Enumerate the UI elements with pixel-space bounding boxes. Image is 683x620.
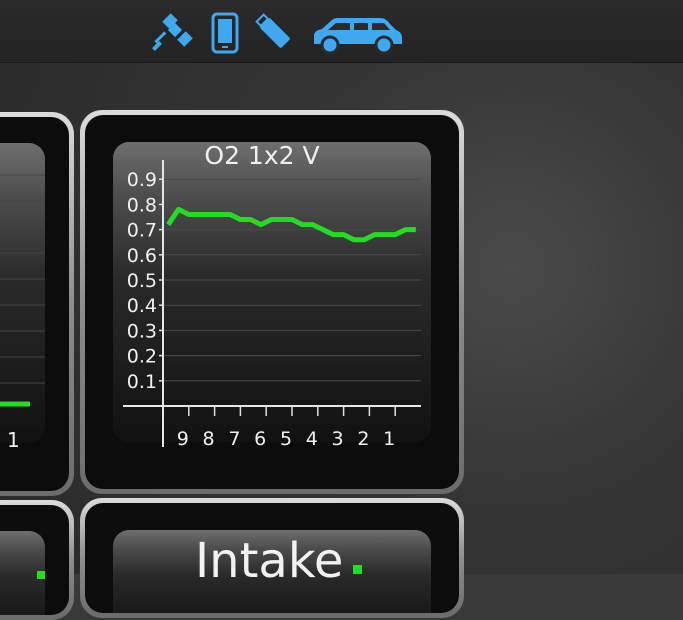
left-gauge-tile-inner: 1 [0,117,69,491]
x-tick-label: 7 [228,428,240,450]
intake-tile[interactable]: Intake [80,498,464,618]
left-gauge-tile[interactable]: 1 [0,112,74,496]
y-tick-label: 0.1 [127,371,157,393]
x-tick-label: 1 [383,428,395,450]
x-tick-label: 4 [306,428,318,450]
x-tick-label: 6 [254,428,266,450]
o2-sensor-tile-inner: O2 1x2 V 0.1 0.2 0.3 0.4 0.5 0.6 0.7 0.8 0.9 9 8 7 6… [85,115,459,489]
o2-chart: 0.1 0.2 0.3 0.4 0.5 0.6 0.7 0.8 0.9 9 8 7 6 5 4 3 2 1 [123,160,421,450]
x-tick-label: 5 [280,428,292,450]
y-tick-label: 0.2 [127,346,157,368]
y-tick-label: 0.8 [127,194,157,216]
intake-label: Intake [195,533,344,589]
bottom-left-tile[interactable] [0,500,74,620]
car-icon[interactable] [310,16,404,56]
intake-indicator [353,565,362,574]
x-tick-label: 3 [332,428,344,450]
y-tick-label: 0.3 [127,320,157,342]
x-tick-label: 9 [177,428,189,450]
o2-series-line [166,206,416,243]
usb-stick-icon[interactable] [254,12,296,54]
left-gauge-tick-label: 1 [7,428,20,452]
satellite-icon[interactable] [150,12,196,54]
bottom-left-tile-inner [0,505,69,615]
y-tick-label: 0.6 [127,245,157,267]
status-bar [0,0,683,63]
x-tick-label: 2 [357,428,369,450]
x-tick-label: 8 [203,428,215,450]
left-gauge-chart: 1 [0,174,45,452]
intake-tile-inner: Intake [85,503,459,613]
bottom-left-indicator [37,571,45,579]
y-tick-label: 0.5 [127,270,157,292]
y-tick-label: 0.4 [127,295,157,317]
y-tick-label: 0.7 [127,220,157,242]
o2-sensor-tile[interactable]: O2 1x2 V 0.1 0.2 0.3 0.4 0.5 0.6 0.7 0.8 0.9 9 8 7 6… [80,110,464,494]
y-tick-label: 0.9 [127,169,157,191]
phone-icon[interactable] [211,12,239,54]
